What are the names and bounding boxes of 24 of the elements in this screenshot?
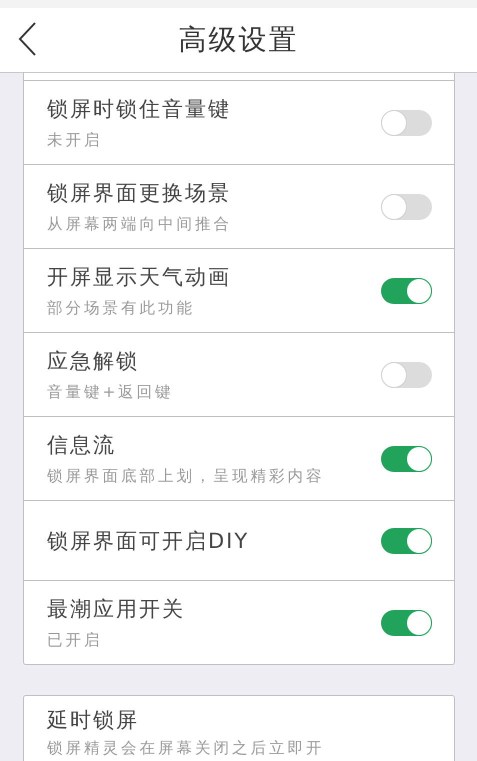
setting-title: 信息流: [47, 432, 117, 458]
toggle-switch[interactable]: [381, 278, 432, 304]
page-title: 高级设置: [178, 22, 298, 58]
setting-description: 未开启: [47, 130, 104, 150]
chevron-left-icon: [18, 22, 38, 56]
setting-description: 音量键+返回键: [47, 382, 174, 402]
toggle-switch[interactable]: [381, 446, 432, 472]
toggle-switch[interactable]: [381, 194, 432, 220]
toggle-switch[interactable]: [381, 362, 432, 388]
setting-title: 锁屏界面更换场景: [47, 180, 232, 206]
setting-description: 锁屏界面底部上划，呈现精彩内容: [47, 466, 324, 486]
setting-description: 已开启: [47, 630, 104, 650]
setting-title: 最潮应用开关: [47, 596, 185, 622]
setting-description: 锁屏精灵会在屏幕关闭之后立即开: [47, 738, 324, 759]
setting-description: 从屏幕两端向中间推合: [47, 214, 232, 234]
toggle-switch[interactable]: [381, 528, 432, 554]
setting-title: 锁屏时锁住音量键: [47, 96, 231, 122]
setting-title: 应急解锁: [47, 348, 140, 374]
setting-title: 开屏显示天气动画: [47, 264, 231, 290]
toggle-switch[interactable]: [381, 610, 432, 636]
setting-title: 锁屏界面可开启DIY: [47, 528, 250, 554]
toggle-switch[interactable]: [381, 110, 432, 136]
setting-description: 部分场景有此功能: [47, 298, 196, 318]
setting-title: 延时锁屏: [47, 707, 140, 734]
